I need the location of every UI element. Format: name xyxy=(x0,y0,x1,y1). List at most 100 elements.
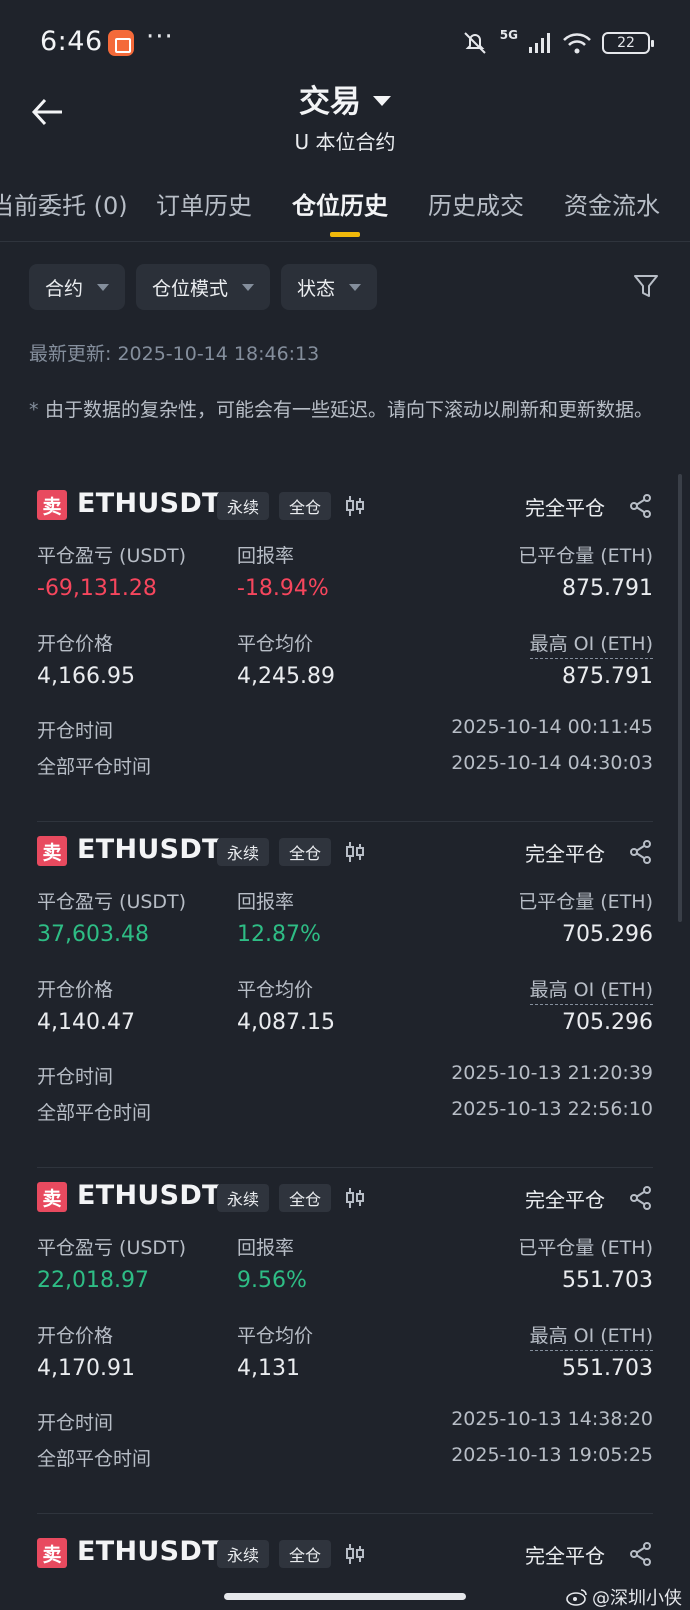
status-bar: 6:46 ··· 5G 22 xyxy=(0,0,690,86)
close-time-value: 2025-10-14 04:30:03 xyxy=(451,752,653,774)
weibo-icon xyxy=(566,1589,587,1606)
margin-mode-tag: 全仓 xyxy=(279,1540,332,1568)
filter-contract-label: 合约 xyxy=(45,277,84,300)
caret-down-icon xyxy=(242,283,255,291)
roi-value: -18.94% xyxy=(237,576,329,601)
delay-note: * 由于数据的复杂性，可能会有一些延迟。请向下滚动以刷新和更新数据。 xyxy=(29,393,669,427)
close-avg-label: 平仓均价 xyxy=(237,633,314,655)
share-icon[interactable] xyxy=(629,494,653,518)
pnl-label: 平仓盈亏 (USDT) xyxy=(37,891,187,913)
side-badge: 卖 xyxy=(37,836,67,866)
filter-status-label: 状态 xyxy=(297,277,336,300)
candlestick-chart-icon[interactable] xyxy=(343,1542,367,1566)
closed-qty-label: 已平仓量 (ETH) xyxy=(518,1237,653,1259)
margin-mode-tag: 全仓 xyxy=(279,838,332,866)
page-title[interactable]: 交易 xyxy=(0,76,690,121)
card-divider xyxy=(37,821,653,822)
filter-funnel-icon[interactable] xyxy=(632,272,660,300)
delay-note-text: 由于数据的复杂性，可能会有一些延迟。请向下滚动以刷新和更新数据。 xyxy=(45,399,654,421)
open-time-value: 2025-10-13 14:38:20 xyxy=(451,1408,653,1430)
status-time: 6:46 xyxy=(40,26,103,57)
max-oi-value: 875.791 xyxy=(562,664,653,689)
filter-position-mode[interactable]: 仓位模式 xyxy=(136,264,271,310)
share-icon[interactable] xyxy=(629,840,653,864)
contract-type-tag: 永续 xyxy=(217,492,270,520)
symbol: ETHUSDT xyxy=(77,834,221,865)
caret-down-icon xyxy=(349,283,362,291)
max-oi-value: 705.296 xyxy=(562,1010,653,1035)
mute-icon xyxy=(464,32,486,54)
card-divider xyxy=(37,1167,653,1168)
close-avg-value: 4,087.15 xyxy=(237,1010,335,1035)
side-badge: 卖 xyxy=(37,1182,67,1212)
tabs-divider xyxy=(0,241,690,242)
open-price-value: 4,166.95 xyxy=(37,664,135,689)
closed-qty-label: 已平仓量 (ETH) xyxy=(518,545,653,567)
candlestick-chart-icon[interactable] xyxy=(343,1186,367,1210)
watermark-text: @深圳小侠 xyxy=(592,1588,682,1609)
open-price-value: 4,140.47 xyxy=(37,1010,135,1035)
open-time-value: 2025-10-14 00:11:45 xyxy=(451,716,653,738)
max-oi-label[interactable]: 最高 OI (ETH) xyxy=(529,629,653,659)
closed-qty-value: 875.791 xyxy=(562,576,653,601)
close-avg-label: 平仓均价 xyxy=(237,1325,314,1347)
page-title-text: 交易 xyxy=(299,84,361,120)
filter-contract[interactable]: 合约 xyxy=(29,264,126,310)
caret-down-icon xyxy=(97,283,110,291)
close-avg-value: 4,131 xyxy=(237,1356,300,1381)
max-oi-label[interactable]: 最高 OI (ETH) xyxy=(529,975,653,1005)
last-updated: 最新更新: 2025-10-14 18:46:13 xyxy=(29,343,320,365)
share-icon[interactable] xyxy=(629,1186,653,1210)
pnl-label: 平仓盈亏 (USDT) xyxy=(37,1237,187,1259)
signal-icon xyxy=(529,33,550,53)
contract-type-tag: 永续 xyxy=(217,1184,270,1212)
caret-down-icon xyxy=(373,95,391,106)
close-time-label: 全部平仓时间 xyxy=(37,1102,152,1124)
symbol: ETHUSDT xyxy=(77,488,221,519)
tab-open-orders[interactable]: 当前委托 (0) xyxy=(0,186,128,221)
margin-mode-tag: 全仓 xyxy=(279,492,332,520)
position-card[interactable]: 卖 ETHUSDT 永续 全仓 完全平仓 平仓盈亏 (USDT) 回报率 已平仓… xyxy=(37,1180,653,1526)
share-icon[interactable] xyxy=(629,1542,653,1566)
closed-qty-label: 已平仓量 (ETH) xyxy=(518,891,653,913)
position-card[interactable]: 卖 ETHUSDT 永续 全仓 完全平仓 xyxy=(37,1536,653,1576)
position-card[interactable]: 卖 ETHUSDT 永续 全仓 完全平仓 平仓盈亏 (USDT) 回报率 已平仓… xyxy=(37,488,653,834)
position-status: 完全平仓 xyxy=(525,842,605,866)
symbol: ETHUSDT xyxy=(77,1180,221,1211)
filter-status[interactable]: 状态 xyxy=(281,264,378,310)
side-badge: 卖 xyxy=(37,1538,67,1568)
tab-indicator xyxy=(330,232,360,237)
tab-position-history[interactable]: 仓位历史 xyxy=(292,186,388,221)
closed-qty-value: 551.703 xyxy=(562,1268,653,1293)
close-time-value: 2025-10-13 22:56:10 xyxy=(451,1098,653,1120)
roi-label: 回报率 xyxy=(237,1237,295,1259)
position-status: 完全平仓 xyxy=(525,1544,605,1568)
position-status: 完全平仓 xyxy=(525,496,605,520)
tab-trade-history[interactable]: 历史成交 xyxy=(428,186,524,221)
open-price-label: 开仓价格 xyxy=(37,633,114,655)
side-badge: 卖 xyxy=(37,490,67,520)
filter-bar: 合约 仓位模式 状态 xyxy=(29,264,378,310)
candlestick-chart-icon[interactable] xyxy=(343,494,367,518)
position-card[interactable]: 卖 ETHUSDT 永续 全仓 完全平仓 平仓盈亏 (USDT) 回报率 已平仓… xyxy=(37,834,653,1180)
open-time-label: 开仓时间 xyxy=(37,1066,114,1088)
roi-label: 回报率 xyxy=(237,545,295,567)
home-indicator[interactable] xyxy=(224,1593,466,1600)
max-oi-label[interactable]: 最高 OI (ETH) xyxy=(529,1321,653,1351)
scrollbar[interactable] xyxy=(678,474,682,922)
candlestick-chart-icon[interactable] xyxy=(343,840,367,864)
status-right: 5G 22 xyxy=(460,28,654,58)
close-time-value: 2025-10-13 19:05:25 xyxy=(451,1444,653,1466)
card-divider xyxy=(37,1513,653,1514)
margin-mode-tag: 全仓 xyxy=(279,1184,332,1212)
roi-value: 9.56% xyxy=(237,1268,307,1293)
position-header: 卖 ETHUSDT 永续 全仓 完全平仓 xyxy=(37,834,653,870)
tab-transaction-history[interactable]: 资金流水 xyxy=(564,186,660,221)
closed-qty-value: 705.296 xyxy=(562,922,653,947)
close-time-label: 全部平仓时间 xyxy=(37,1448,152,1470)
max-oi-value: 551.703 xyxy=(562,1356,653,1381)
open-price-label: 开仓价格 xyxy=(37,979,114,1001)
tab-order-history[interactable]: 订单历史 xyxy=(156,186,252,221)
wifi-icon xyxy=(563,33,591,54)
roi-label: 回报率 xyxy=(237,891,295,913)
